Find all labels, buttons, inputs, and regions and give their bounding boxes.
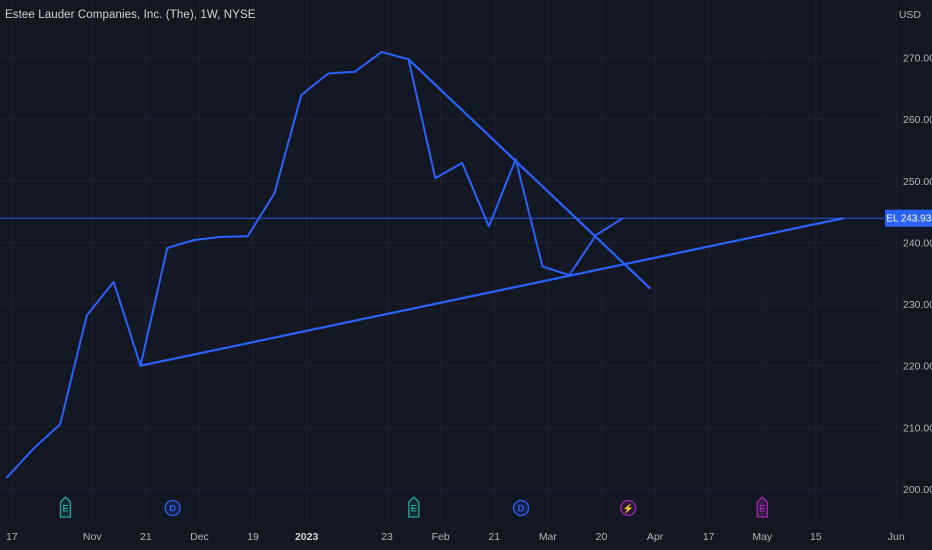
data-point <box>245 234 250 239</box>
last-price-label: EL 243.93 <box>885 209 932 227</box>
x-tick-label: 19 <box>247 531 259 543</box>
x-tick-label: Nov <box>83 531 102 543</box>
x-tick-label: 21 <box>488 531 500 543</box>
earnings-event-icon[interactable]: E <box>59 496 72 518</box>
data-point <box>192 237 197 242</box>
data-point <box>165 245 170 250</box>
y-tick-label: 270.00 <box>903 53 932 65</box>
data-point <box>460 160 465 165</box>
x-tick-label: 23 <box>381 531 393 543</box>
event-marker-glyph: E <box>759 504 765 514</box>
x-tick-label: Feb <box>432 531 450 543</box>
data-point <box>218 234 223 239</box>
data-point <box>84 313 89 318</box>
data-point <box>299 93 304 98</box>
data-point <box>406 57 411 62</box>
x-tick-label: May <box>752 531 773 543</box>
split-event-icon[interactable]: ⚡ <box>620 499 637 517</box>
x-tick-label: Mar <box>539 531 558 543</box>
data-point <box>31 446 36 451</box>
x-tick-label: 20 <box>596 531 608 543</box>
y-tick-label: 240.00 <box>903 237 932 249</box>
y-tick-label: 230.00 <box>903 299 932 311</box>
y-tick-label: 200.00 <box>903 484 932 496</box>
event-marker-glyph: D <box>518 504 525 514</box>
data-point <box>4 475 9 480</box>
symbol-title: Estee Lauder Companies, Inc. (The), 1W, … <box>5 9 256 21</box>
data-point <box>58 422 63 427</box>
data-point <box>620 216 625 221</box>
data-point <box>567 273 572 278</box>
currency-label: USD <box>898 9 921 21</box>
data-point <box>540 264 545 269</box>
chart-background <box>0 0 932 550</box>
x-tick-label: Jun <box>888 531 905 543</box>
dividend-event-icon[interactable]: D <box>164 499 181 517</box>
event-marker-glyph: ⚡ <box>623 503 634 515</box>
data-point <box>379 49 384 54</box>
data-point <box>433 176 438 181</box>
data-point <box>352 69 357 74</box>
x-tick-label: 2023 <box>295 531 319 543</box>
earnings-future-event-icon[interactable]: E <box>756 496 768 518</box>
data-point <box>326 71 331 76</box>
price-chart[interactable]: 200.00 210.00 220.00 230.00 240.00 250.00 260.… <box>0 0 932 550</box>
y-tick-label: 250.00 <box>903 176 932 188</box>
price-value-text: 243.93 <box>901 214 932 225</box>
price-symbol-text: EL <box>886 214 899 225</box>
data-point <box>513 157 518 162</box>
data-point <box>272 191 277 196</box>
y-tick-label: 260.00 <box>903 114 932 126</box>
data-point <box>594 233 599 238</box>
y-tick-label: 220.00 <box>903 361 932 373</box>
data-point <box>111 279 116 284</box>
event-marker-glyph: E <box>62 504 68 514</box>
x-tick-label: 17 <box>6 531 18 543</box>
x-tick-label: 17 <box>703 531 715 543</box>
dividend-event-icon[interactable]: D <box>512 499 530 517</box>
event-marker-glyph: D <box>169 504 176 514</box>
earnings-event-icon[interactable]: E <box>408 496 420 518</box>
event-marker-glyph: E <box>411 504 417 514</box>
x-tick-label: 15 <box>810 531 822 543</box>
x-tick-label: Apr <box>647 531 664 543</box>
x-tick-label: Dec <box>190 531 209 543</box>
data-point <box>486 224 491 229</box>
x-tick-label: 21 <box>140 531 152 543</box>
data-point <box>138 363 143 368</box>
y-tick-label: 210.00 <box>903 422 932 434</box>
